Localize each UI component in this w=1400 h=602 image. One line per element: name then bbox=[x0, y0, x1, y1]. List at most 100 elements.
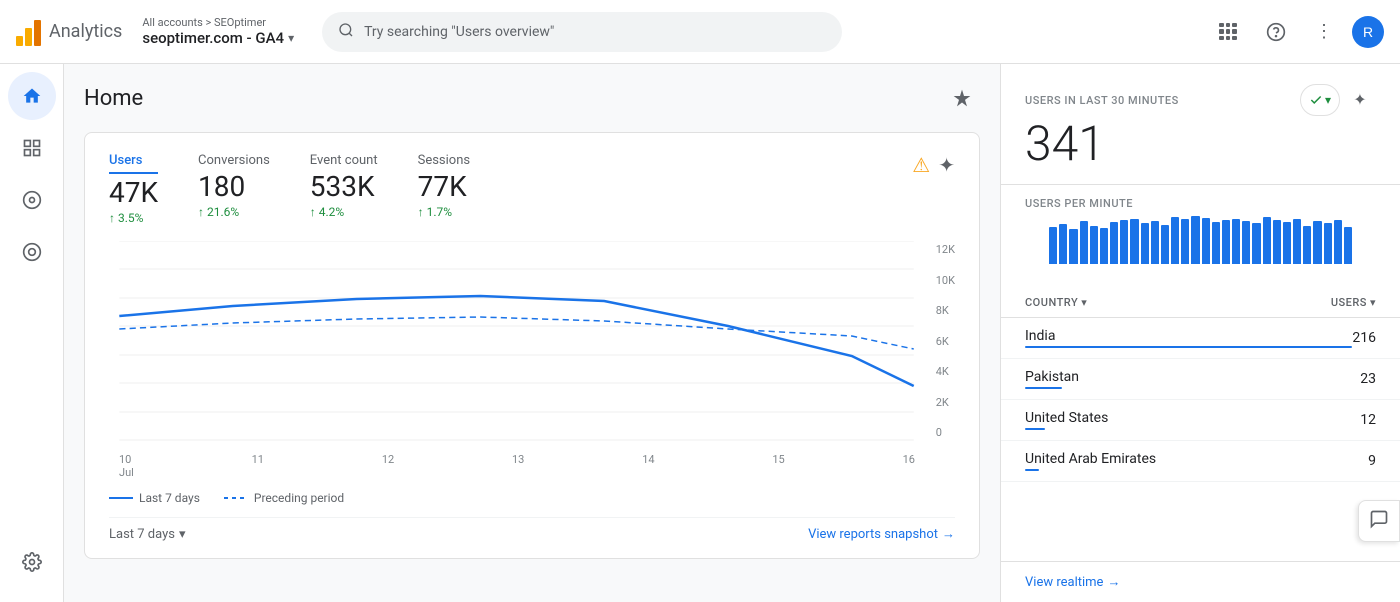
chevron-down-icon: ▾ bbox=[288, 31, 294, 45]
realtime-label: USERS IN LAST 30 MINUTES bbox=[1025, 94, 1179, 107]
metric-sessions-value: 77K bbox=[418, 170, 471, 203]
mini-bar bbox=[1181, 219, 1189, 264]
top-navigation: Analytics All accounts > SEOptimer seopt… bbox=[0, 0, 1400, 64]
search-placeholder: Try searching "Users overview" bbox=[364, 24, 554, 40]
metric-sessions-change: ↑ 1.7% bbox=[418, 205, 471, 219]
table-row: Pakistan23 bbox=[1001, 359, 1400, 400]
x-label-15: 15 bbox=[772, 453, 784, 479]
metric-sessions-label[interactable]: Sessions bbox=[418, 153, 471, 168]
check-dropdown[interactable]: ▾ bbox=[1300, 84, 1340, 116]
content-area: Home Users 47K ↑ 3.5% Conversions 180 ↑ … bbox=[64, 64, 1000, 602]
country-name: Pakistan bbox=[1025, 369, 1360, 385]
date-range-chevron: ▾ bbox=[179, 527, 186, 542]
mini-bar bbox=[1100, 228, 1108, 264]
users-per-minute-section: USERS PER MINUTE bbox=[1001, 185, 1400, 288]
mini-bar bbox=[1161, 225, 1169, 264]
country-users: 9 bbox=[1368, 453, 1376, 469]
sparkle-icon[interactable]: ✦ bbox=[938, 153, 955, 177]
mini-bar bbox=[1080, 221, 1088, 264]
country-col-header[interactable]: COUNTRY ▾ bbox=[1025, 296, 1087, 309]
search-bar[interactable]: Try searching "Users overview" bbox=[322, 12, 842, 52]
mini-bar bbox=[1202, 218, 1210, 264]
page-title: Home bbox=[84, 86, 143, 111]
view-reports-link[interactable]: View reports snapshot → bbox=[808, 526, 955, 542]
view-realtime-link[interactable]: View realtime → bbox=[1025, 574, 1376, 590]
mini-bar bbox=[1273, 220, 1281, 264]
mini-bar bbox=[1293, 219, 1301, 264]
mini-bar bbox=[1344, 227, 1352, 264]
mini-bar bbox=[1049, 227, 1057, 264]
view-realtime-arrow: → bbox=[1107, 574, 1120, 590]
left-sidebar bbox=[0, 64, 64, 602]
analytics-label: Analytics bbox=[49, 21, 122, 42]
warning-icon: ⚠ bbox=[912, 153, 930, 177]
account-name: seoptimer.com - GA4 bbox=[142, 29, 284, 47]
metric-users-label[interactable]: Users bbox=[109, 153, 158, 174]
country-table: COUNTRY ▾ USERS ▾ India216Pakistan23Unit… bbox=[1001, 288, 1400, 561]
mini-bar bbox=[1303, 226, 1311, 264]
nav-actions: ⋮ R bbox=[1208, 12, 1384, 52]
feedback-button[interactable] bbox=[1358, 500, 1400, 542]
mini-bar bbox=[1151, 221, 1159, 264]
breadcrumb: All accounts > SEOptimer bbox=[142, 16, 294, 29]
x-label-13: 13 bbox=[512, 453, 524, 479]
main-layout: Home Users 47K ↑ 3.5% Conversions 180 ↑ … bbox=[0, 64, 1400, 602]
metric-events-value: 533K bbox=[310, 170, 378, 203]
more-options-button[interactable]: ⋮ bbox=[1304, 12, 1344, 52]
x-label-14: 14 bbox=[642, 453, 654, 479]
table-row: United States12 bbox=[1001, 400, 1400, 441]
country-users: 12 bbox=[1360, 412, 1376, 428]
y-label-12k: 12K bbox=[936, 243, 955, 256]
y-label-0: 0 bbox=[936, 426, 955, 439]
y-label-6k: 6K bbox=[936, 335, 955, 348]
metric-conversions-value: 180 bbox=[198, 170, 270, 203]
mini-bar bbox=[1252, 223, 1260, 264]
metric-conversions: Conversions 180 ↑ 21.6% bbox=[198, 153, 270, 219]
help-button[interactable] bbox=[1256, 12, 1296, 52]
realtime-actions: ▾ ✦ bbox=[1300, 84, 1376, 116]
country-bar bbox=[1025, 346, 1352, 348]
y-axis-labels: 12K 10K 8K 6K 4K 2K 0 bbox=[936, 241, 955, 441]
country-name: India bbox=[1025, 328, 1352, 344]
logo-bar-2 bbox=[25, 28, 32, 46]
chart-legend: Last 7 days Preceding period bbox=[109, 491, 955, 505]
analytics-logo bbox=[16, 18, 41, 46]
date-range-label: Last 7 days bbox=[109, 527, 175, 542]
country-users: 216 bbox=[1352, 330, 1376, 346]
sidebar-item-reports[interactable] bbox=[8, 124, 56, 172]
date-range-selector[interactable]: Last 7 days ▾ bbox=[109, 527, 186, 542]
logo-area: Analytics bbox=[16, 18, 122, 46]
sidebar-item-settings[interactable] bbox=[8, 542, 56, 590]
realtime-sparkle-button[interactable]: ✦ bbox=[1344, 84, 1376, 116]
sidebar-item-home[interactable] bbox=[8, 72, 56, 120]
ai-sparkle-button[interactable] bbox=[944, 80, 980, 116]
realtime-footer: View realtime → bbox=[1001, 561, 1400, 602]
metric-actions: ⚠ ✦ bbox=[912, 153, 955, 177]
users-col-header[interactable]: USERS ▾ bbox=[1331, 296, 1376, 309]
check-dropdown-arrow: ▾ bbox=[1325, 93, 1331, 107]
metric-events: Event count 533K ↑ 4.2% bbox=[310, 153, 378, 219]
metric-conversions-label[interactable]: Conversions bbox=[198, 153, 270, 168]
country-rows: India216 Pakistan23United States12United … bbox=[1001, 318, 1400, 482]
metric-sessions: Sessions 77K ↑ 1.7% bbox=[418, 153, 471, 219]
main-card: Users 47K ↑ 3.5% Conversions 180 ↑ 21.6%… bbox=[84, 132, 980, 559]
view-realtime-text: View realtime bbox=[1025, 575, 1103, 590]
x-label-10: 10 Jul bbox=[119, 453, 134, 479]
right-panel: USERS IN LAST 30 MINUTES ▾ ✦ 341 USERS P… bbox=[1000, 64, 1400, 602]
account-selector[interactable]: seoptimer.com - GA4 ▾ bbox=[142, 29, 294, 47]
mini-bar bbox=[1110, 222, 1118, 264]
sidebar-item-advertising[interactable] bbox=[8, 228, 56, 276]
mini-bar bbox=[1222, 220, 1230, 264]
realtime-count: 341 bbox=[1025, 120, 1376, 168]
apps-button[interactable] bbox=[1208, 12, 1248, 52]
y-label-10k: 10K bbox=[936, 274, 955, 287]
metric-events-change: ↑ 4.2% bbox=[310, 205, 378, 219]
table-row: United Arab Emirates9 bbox=[1001, 441, 1400, 482]
sidebar-item-explore[interactable] bbox=[8, 176, 56, 224]
per-minute-label: USERS PER MINUTE bbox=[1025, 197, 1376, 210]
search-icon bbox=[338, 22, 354, 42]
y-label-2k: 2K bbox=[936, 396, 955, 409]
user-avatar[interactable]: R bbox=[1352, 16, 1384, 48]
chart-area: 12K 10K 8K 6K 4K 2K 0 bbox=[109, 241, 955, 441]
metric-events-label[interactable]: Event count bbox=[310, 153, 378, 168]
